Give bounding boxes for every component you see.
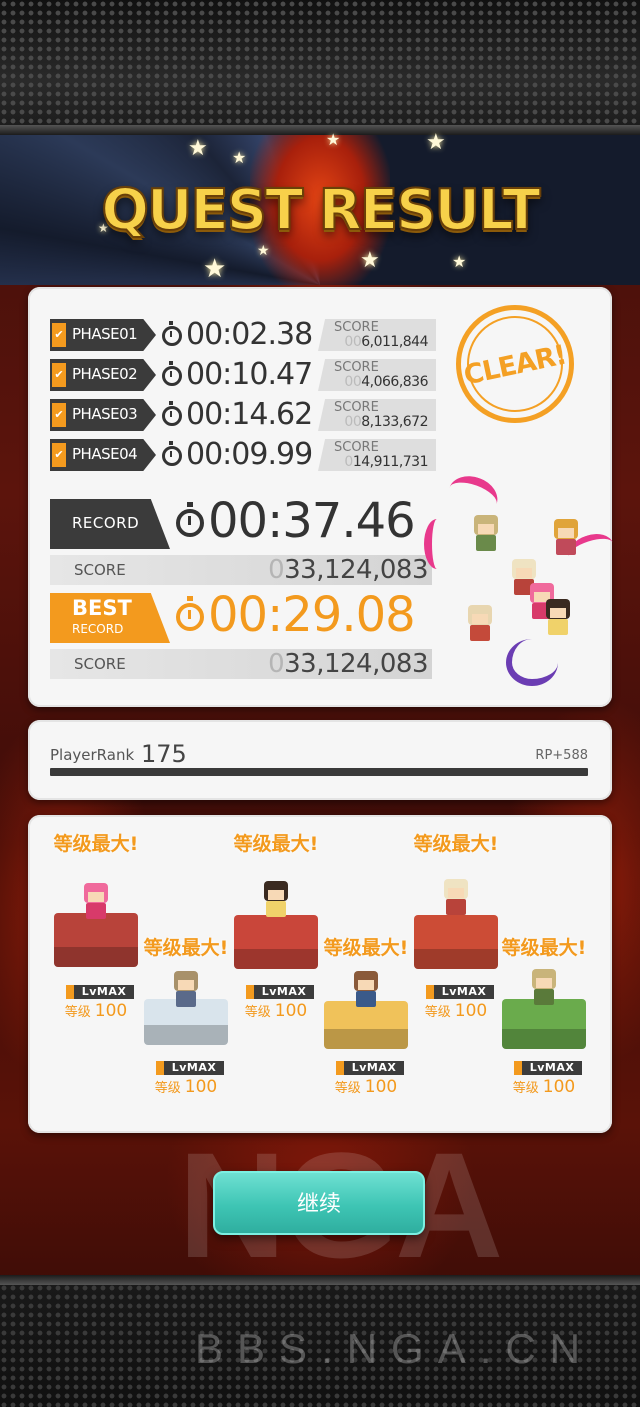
nga-watermark-url: BBS.NGA.CN	[195, 1325, 595, 1372]
best-record-tag: BEST RECORD	[50, 593, 170, 643]
check-icon: ✔	[52, 403, 66, 427]
phase-tag: ✔ PHASE03	[50, 399, 156, 431]
record-score: SCORE 033,124,083	[50, 555, 432, 585]
effect-slash	[506, 639, 558, 686]
level-up-panel: 等级最大! LvMAX 等级 100 等级最大! LvMAX 等级 100 等级最大…	[28, 815, 612, 1133]
phase-label: PHASE04	[72, 445, 138, 463]
level-max-badge: 等级最大!	[226, 815, 326, 877]
star-icon: ★	[257, 243, 270, 259]
phase-time: 00:09.99	[162, 437, 313, 472]
lvmax-tag: LvMAX	[156, 1061, 224, 1075]
lvmax-tag: LvMAX	[66, 985, 134, 999]
unit-level: 等级 100	[424, 1001, 488, 1021]
character-sprite	[462, 605, 498, 645]
quest-result-title: QUEST RESULT	[100, 177, 541, 244]
unit-level: 等级 100	[154, 1077, 218, 1097]
phase-label: PHASE01	[72, 325, 138, 343]
level-max-badge: 等级最大!	[136, 919, 236, 981]
level-max-badge: 等级最大!	[316, 919, 416, 981]
unit-card: 等级最大! LvMAX 等级 100	[316, 919, 416, 1127]
phase-score: SCORE 006,011,844	[318, 319, 436, 351]
record-tag: RECORD	[50, 499, 170, 549]
phase-tag: ✔ PHASE01	[50, 319, 156, 351]
lvmax-tag: LvMAX	[426, 985, 494, 999]
phase-row: ✔ PHASE03 00:14.62 SCORE 008,133,672	[50, 397, 440, 432]
phase-time: 00:02.38	[162, 317, 313, 352]
star-icon: ★	[326, 130, 341, 149]
character-sprite	[468, 515, 504, 555]
unit-card: 等级最大! LvMAX 等级 100	[136, 919, 236, 1127]
stopwatch-icon	[162, 441, 182, 466]
check-icon: ✔	[52, 363, 66, 387]
character-sprite	[348, 971, 384, 1011]
continue-button[interactable]: 继续	[213, 1171, 425, 1235]
stopwatch-icon	[162, 401, 182, 426]
character-sprite	[548, 519, 584, 559]
star-icon: ★	[452, 252, 467, 271]
clear-stamp: CLEAR!	[456, 305, 574, 423]
phase-row: ✔ PHASE04 00:09.99 SCORE 014,911,731	[50, 437, 440, 472]
lvmax-tag: LvMAX	[246, 985, 314, 999]
phase-label: PHASE02	[72, 365, 138, 383]
unit-card: 等级最大! LvMAX 等级 100	[406, 815, 506, 1021]
stopwatch-icon	[176, 502, 204, 537]
level-max-badge: 等级最大!	[46, 815, 146, 877]
phase-tag: ✔ PHASE04	[50, 439, 156, 471]
level-max-badge: 等级最大!	[494, 919, 594, 981]
phase-score: SCORE 008,133,672	[318, 399, 436, 431]
best-record-score: SCORE 033,124,083	[50, 649, 432, 679]
rank-progress-bar	[50, 768, 588, 776]
phase-row: ✔ PHASE01 00:02.38 SCORE 006,011,844	[50, 317, 440, 352]
check-icon: ✔	[52, 323, 66, 347]
phase-time: 00:14.62	[162, 397, 313, 432]
lvmax-tag: LvMAX	[336, 1061, 404, 1075]
character-sprite	[540, 599, 576, 639]
stopwatch-icon	[176, 596, 204, 631]
character-sprite	[438, 879, 474, 919]
phase-score: SCORE 004,066,836	[318, 359, 436, 391]
unit-card: 等级最大! LvMAX 等级 100	[46, 815, 146, 1021]
unit-level: 等级 100	[512, 1077, 576, 1097]
player-rank-value: 175	[141, 740, 187, 768]
unit-pedestal	[414, 915, 498, 969]
top-checker-band	[0, 0, 640, 135]
best-record-time: 00:29.08	[176, 587, 416, 643]
unit-card: 等级最大! LvMAX 等级 100	[226, 815, 326, 1021]
phase-row: ✔ PHASE02 00:10.47 SCORE 004,066,836	[50, 357, 440, 392]
stopwatch-icon	[162, 361, 182, 386]
level-max-badge: 等级最大!	[406, 815, 506, 877]
stopwatch-icon	[162, 321, 182, 346]
star-icon: ★	[188, 136, 208, 161]
result-panel: ✔ PHASE01 00:02.38 SCORE 006,011,844 ✔ P…	[28, 287, 618, 707]
effect-slash	[424, 519, 450, 569]
lvmax-tag: LvMAX	[514, 1061, 582, 1075]
star-icon: ★	[360, 248, 380, 273]
character-sprite	[78, 883, 114, 923]
player-rank-label: PlayerRank	[50, 746, 135, 764]
star-icon: ★	[232, 148, 247, 167]
character-sprite	[526, 969, 562, 1009]
phase-score: SCORE 014,911,731	[318, 439, 436, 471]
player-rank-panel: PlayerRank 175 RP+588	[28, 720, 612, 800]
star-icon: ★	[203, 254, 227, 284]
unit-card: 等级最大! LvMAX 等级 100	[494, 919, 594, 1127]
rp-gain: RP+588	[535, 748, 588, 763]
character-sprite	[258, 881, 294, 921]
check-icon: ✔	[52, 443, 66, 467]
record-time: 00:37.46	[176, 493, 416, 549]
phase-tag: ✔ PHASE02	[50, 359, 156, 391]
unit-level: 等级 100	[334, 1077, 398, 1097]
star-icon: ★	[426, 130, 446, 155]
unit-level: 等级 100	[64, 1001, 128, 1021]
unit-pedestal	[234, 915, 318, 969]
unit-level: 等级 100	[244, 1001, 308, 1021]
character-sprite	[168, 971, 204, 1011]
phase-label: PHASE03	[72, 405, 138, 423]
phase-time: 00:10.47	[162, 357, 313, 392]
